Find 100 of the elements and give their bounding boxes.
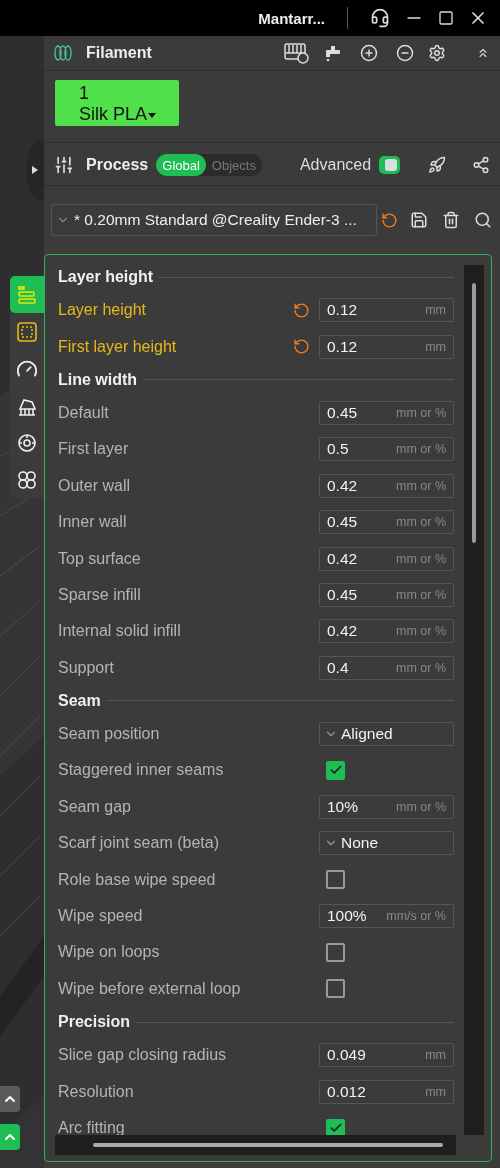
collapse-icon[interactable] [476, 46, 490, 60]
setting-label: Support [58, 658, 116, 677]
value-field[interactable]: 0.012 mm [319, 1079, 454, 1104]
group-heading: Precision [58, 1013, 131, 1032]
unit-label: mm or % [396, 551, 446, 566]
spools-icon [54, 45, 72, 61]
printer-sync-icon[interactable] [284, 42, 310, 64]
value-field[interactable]: 0.42 mm or % [319, 619, 454, 644]
setting-label: Scarf joint seam (beta) [58, 834, 220, 853]
setting-label: Seam position [58, 725, 161, 744]
value-field[interactable]: 0.12 mm [319, 298, 454, 323]
reset-icon[interactable] [381, 211, 398, 229]
value-field[interactable]: 0.5 mm or % [319, 437, 454, 462]
unit-label: mm or % [396, 405, 446, 420]
field-value: 0.45 [327, 513, 358, 532]
group-heading: Line width [58, 370, 138, 389]
save-icon[interactable] [410, 211, 428, 229]
setting-label: Internal solid infill [58, 622, 182, 641]
window-title: Mantarr... [258, 9, 325, 27]
setting-label: Wipe on loops [58, 943, 161, 962]
checkbox[interactable] [326, 979, 345, 999]
setting-label: Top surface [58, 549, 142, 568]
section-title: Filament [86, 44, 152, 62]
setting-label: Inner wall [58, 513, 128, 532]
search-icon[interactable] [474, 211, 492, 229]
reset-icon[interactable] [293, 338, 310, 356]
reset-icon[interactable] [293, 301, 310, 319]
field-value: 0.5 [327, 440, 349, 459]
value-field[interactable]: 0.45 mm or % [319, 510, 454, 535]
preset-dropdown[interactable]: * 0.20mm Standard @Creality Ender-3 ... [51, 204, 377, 236]
setting-label: First layer [58, 440, 130, 459]
field-value: 0.12 [327, 301, 358, 320]
checkbox[interactable] [326, 761, 345, 780]
field-value: 0.4 [327, 658, 349, 677]
value-field[interactable]: 0.45 mm or % [319, 582, 454, 607]
advanced-label: Advanced [299, 156, 372, 174]
setting-label: Role base wipe speed [58, 870, 217, 889]
field-value: 0.45 [327, 585, 358, 604]
setting-label: Layer height [58, 301, 148, 320]
value-field[interactable]: 0.45 mm or % [319, 400, 454, 425]
caret-icon [32, 166, 38, 174]
dropdown[interactable]: Aligned [319, 722, 454, 747]
unit-label: mm [425, 1084, 446, 1099]
setting-label: Sparse infill [58, 585, 142, 604]
group-heading: Layer height [58, 268, 154, 286]
field-value: 100% [327, 907, 367, 926]
unit-label: mm or % [396, 515, 446, 530]
checkbox[interactable] [326, 870, 345, 890]
field-value: 10% [327, 797, 359, 816]
delete-icon[interactable] [442, 211, 460, 229]
remove-icon[interactable] [396, 44, 414, 62]
caret-icon [148, 112, 157, 118]
setting-label: Staggered inner seams [58, 761, 225, 780]
value-field[interactable]: 0.42 mm or % [319, 546, 454, 571]
unit-label: mm or % [396, 624, 446, 639]
value-field[interactable]: 0.12 mm [319, 334, 454, 359]
unit-label: mm/s or % [386, 909, 446, 924]
collapse-button[interactable] [0, 1086, 20, 1112]
setting-label: First layer height [58, 337, 178, 356]
add-icon[interactable] [360, 44, 378, 62]
maximize-icon[interactable] [438, 10, 454, 26]
filament-slot[interactable]: 1 Silk PLA [55, 80, 179, 126]
checkbox[interactable] [326, 1118, 345, 1135]
field-value: 0.45 [327, 403, 358, 422]
check-icon [328, 1121, 343, 1135]
unit-label: mm or % [396, 442, 446, 457]
setting-label: Wipe before external loop [58, 979, 242, 998]
value-field[interactable]: 0.42 mm or % [319, 473, 454, 498]
field-value: 0.049 [327, 1046, 366, 1065]
value-field[interactable]: 0.049 mm [319, 1043, 454, 1068]
section-title: Process [86, 156, 149, 174]
unit-label: mm [425, 303, 446, 318]
value-field[interactable]: 0.4 mm or % [319, 655, 454, 680]
setting-label: Default [58, 403, 110, 422]
dropdown[interactable]: None [319, 831, 454, 856]
layers-icon [16, 283, 38, 306]
field-value: 0.42 [327, 476, 358, 495]
field-value: 0.012 [327, 1082, 366, 1101]
setting-label: Slice gap closing radius [58, 1046, 228, 1065]
checkbox[interactable] [326, 942, 345, 962]
faucet-icon[interactable] [324, 44, 342, 62]
value-field[interactable]: 100% mm/s or % [319, 904, 454, 929]
unit-label: mm or % [396, 799, 446, 814]
value-field[interactable]: 10% mm or % [319, 794, 454, 819]
unit-label: mm [425, 339, 446, 354]
advanced-switch[interactable] [379, 156, 400, 174]
share-icon[interactable] [472, 156, 490, 174]
setting-label: Resolution [58, 1082, 135, 1101]
settings-icon[interactable] [428, 44, 446, 62]
headset-icon[interactable] [370, 8, 390, 28]
setting-label: Outer wall [58, 476, 132, 495]
rocket-icon[interactable] [428, 156, 446, 174]
field-value: 0.42 [327, 622, 358, 641]
unit-label: mm [425, 1048, 446, 1063]
unit-label: mm or % [396, 660, 446, 675]
field-value: 0.42 [327, 549, 358, 568]
scrollbar[interactable] [55, 1135, 456, 1155]
group-heading: Seam [58, 691, 101, 710]
field-value: 0.12 [327, 337, 358, 356]
scrollbar[interactable] [464, 265, 484, 1135]
